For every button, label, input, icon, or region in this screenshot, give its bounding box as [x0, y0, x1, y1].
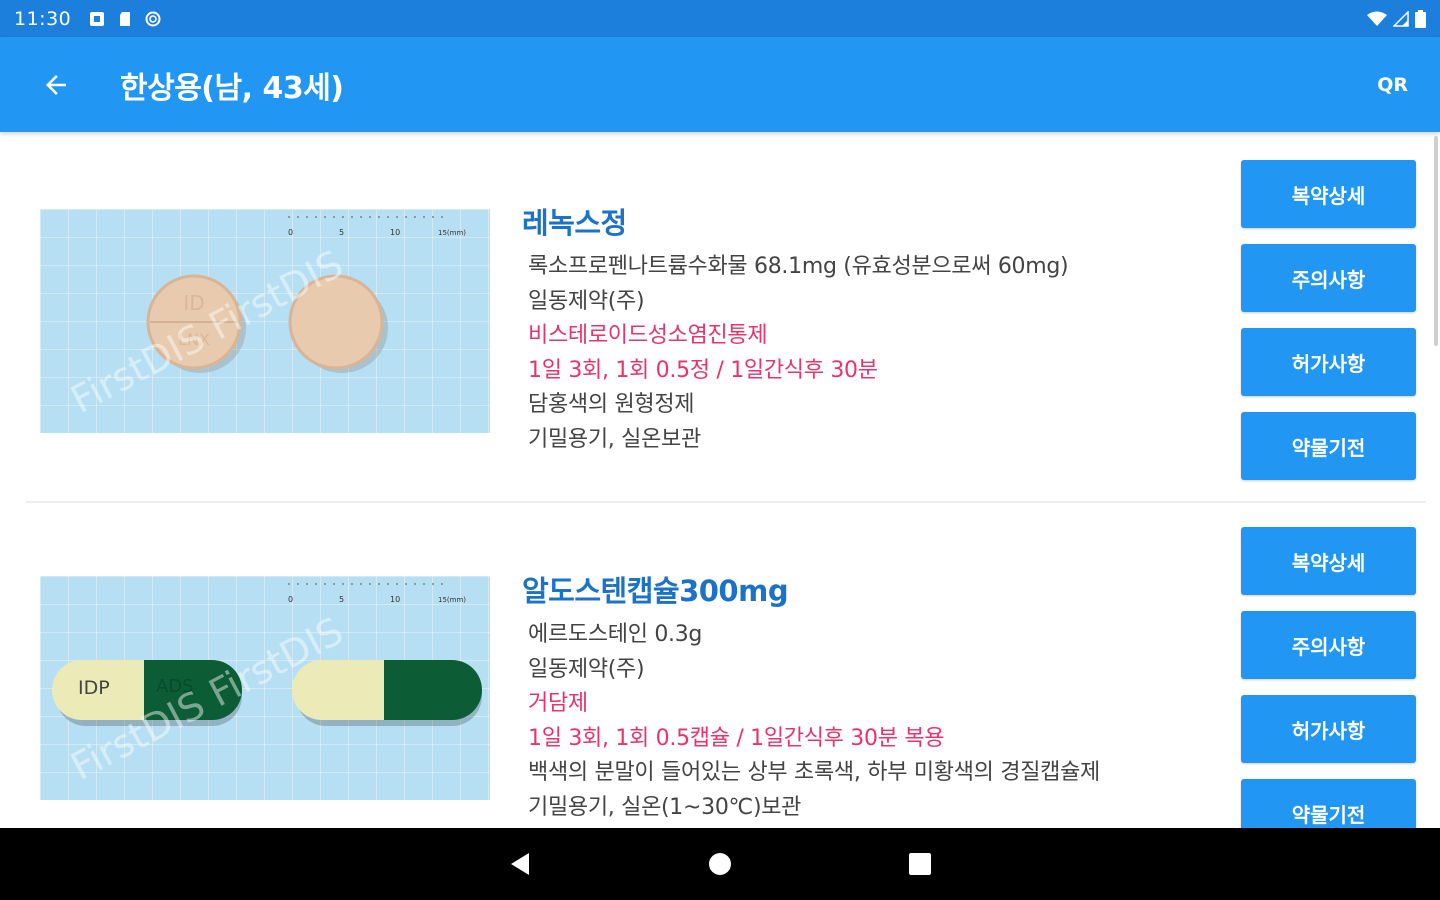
page-title: 한상용(남, 43세)	[120, 70, 344, 106]
scale-tick: 5	[339, 595, 344, 604]
pill-marking: IDP	[78, 677, 110, 699]
precautions-button[interactable]: 주의사항	[1241, 244, 1416, 312]
wifi-icon	[1367, 11, 1387, 26]
arrow-back-icon	[46, 74, 66, 95]
medication-detail-button[interactable]: 복약상세	[1241, 160, 1416, 228]
drug-name[interactable]: 레녹스정	[522, 200, 1202, 242]
nav-home-icon	[709, 853, 731, 875]
nav-back-icon	[511, 853, 529, 875]
drug-dosage: 1일 3회, 1회 0.5정 / 1일간식후 30분	[528, 357, 878, 383]
scale-tick: 15(mm)	[438, 596, 466, 604]
status-time: 11:30	[14, 7, 72, 30]
drug-photo[interactable]: 0 5 10 15(mm) ID LNX FirstDIS FirstDIS	[40, 209, 490, 433]
scale-tick: 0	[288, 595, 293, 604]
approval-info-button[interactable]: 허가사항	[1241, 328, 1416, 396]
drug-manufacturer: 일동제약(주)	[528, 656, 645, 682]
drug-appearance: 백색의 분말이 들어있는 상부 초록색, 하부 미황색의 경질캡슐제	[528, 760, 1100, 785]
drug-manufacturer: 일동제약(주)	[528, 288, 645, 314]
precautions-button[interactable]: 주의사항	[1241, 611, 1416, 679]
scale-tick: 0	[288, 228, 293, 237]
drug-info: 알도스텐캡슐300mg 에르도스테인 0.3g 일동제약(주) 거담제 1일 3…	[522, 568, 1202, 825]
drug-name[interactable]: 알도스텐캡슐300mg	[522, 568, 1202, 610]
notification-icon	[90, 11, 105, 26]
drug-photo[interactable]: 0 5 10 15(mm) IDP ADS FirstDIS FirstDIS	[40, 576, 490, 800]
nav-home-button[interactable]	[700, 844, 740, 884]
drug-appearance: 담홍색의 원형정제	[528, 392, 695, 417]
medication-detail-button[interactable]: 복약상세	[1241, 527, 1416, 595]
drug-category: 비스테로이드성소염진통제	[528, 323, 768, 348]
status-notification-icons	[89, 11, 161, 27]
scale-tick: 10	[390, 595, 400, 604]
mechanism-button[interactable]: 약물기전	[1241, 779, 1416, 828]
nav-recents-icon	[909, 853, 931, 875]
drug-list[interactable]: 0 5 10 15(mm) ID LNX FirstDIS FirstDIS 레…	[0, 132, 1440, 828]
signal-icon	[1393, 10, 1409, 27]
nav-recents-button[interactable]	[900, 844, 940, 884]
drug-ingredient: 에르도스테인 0.3g	[528, 622, 703, 647]
drug-action-buttons: 복약상세 주의사항 허가사항 약물기전	[1241, 160, 1416, 496]
drug-card-lenox: 0 5 10 15(mm) ID LNX FirstDIS FirstDIS 레…	[0, 132, 1440, 503]
status-system-icons	[1367, 9, 1426, 28]
drug-card-aldosten: 0 5 10 15(mm) IDP ADS FirstDIS FirstDIS …	[0, 500, 1440, 828]
scale-tick: 5	[339, 228, 344, 237]
pill-image: 0 5 10 15(mm) ID LNX FirstDIS FirstDIS	[64, 216, 466, 422]
approval-info-button[interactable]: 허가사항	[1241, 695, 1416, 763]
drug-info: 레녹스정 록소프로펜나트륨수화물 68.1mg (유효성분으로써 60mg) 일…	[522, 200, 1202, 457]
drug-category: 거담제	[528, 691, 588, 716]
mechanism-button[interactable]: 약물기전	[1241, 412, 1416, 480]
scale-tick: 10	[390, 228, 400, 237]
drug-action-buttons: 복약상세 주의사항 허가사항 약물기전	[1241, 527, 1416, 828]
navigation-bar	[0, 828, 1440, 900]
sync-icon	[145, 11, 161, 26]
drug-dosage: 1일 3회, 1회 0.5캡슐 / 1일간식후 30분 복용	[528, 725, 945, 751]
drug-storage: 기밀용기, 실온보관	[528, 426, 701, 452]
drug-ingredient: 록소프로펜나트륨수화물 68.1mg (유효성분으로써 60mg)	[528, 254, 1069, 279]
qr-button[interactable]: QR	[1377, 74, 1408, 96]
scrollbar[interactable]	[1434, 136, 1438, 346]
scale-tick: 15(mm)	[438, 229, 466, 237]
back-button[interactable]	[30, 59, 82, 111]
pill-image: 0 5 10 15(mm) IDP ADS FirstDIS FirstDIS	[52, 583, 482, 789]
sd-card-icon	[120, 11, 131, 26]
app-bar: 한상용(남, 43세) QR	[0, 37, 1440, 132]
nav-back-button[interactable]	[500, 844, 540, 884]
status-bar: 11:30	[0, 0, 1440, 37]
battery-icon	[1415, 9, 1426, 28]
drug-storage: 기밀용기, 실온(1~30℃)보관	[528, 794, 802, 820]
